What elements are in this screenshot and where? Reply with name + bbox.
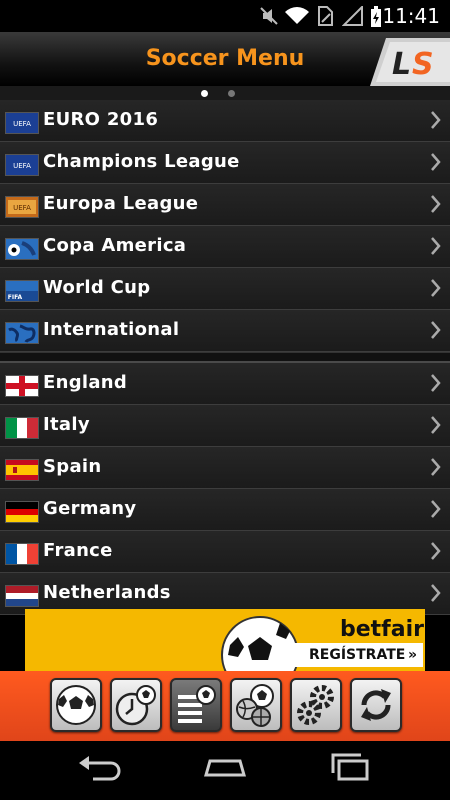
ad-banner[interactable]: betfair REGÍSTRATE » xyxy=(25,609,425,671)
svg-text:UEFA: UEFA xyxy=(13,204,31,212)
flag-netherlands-icon xyxy=(5,585,39,607)
soccer-ball-icon xyxy=(221,616,299,671)
register-button[interactable]: REGÍSTRATE » xyxy=(295,643,423,667)
copa-america-icon xyxy=(5,238,39,260)
chevron-right-icon xyxy=(431,321,441,339)
double-chevron-icon: » xyxy=(407,647,417,663)
svg-text:L: L xyxy=(392,47,411,82)
flag-germany-icon xyxy=(5,501,39,523)
app-header: Soccer Menu L S xyxy=(0,32,450,86)
page-indicator xyxy=(0,86,450,100)
chevron-right-icon xyxy=(431,374,441,392)
tab-settings[interactable] xyxy=(290,678,342,732)
home-icon[interactable] xyxy=(200,753,250,783)
menu-list-icon xyxy=(178,685,216,723)
page-dot[interactable] xyxy=(228,90,235,97)
uefa-icon: UEFA xyxy=(5,154,39,176)
chevron-right-icon xyxy=(431,153,441,171)
wifi-icon xyxy=(285,7,309,24)
list-item-label: Spain xyxy=(43,456,102,477)
chevron-right-icon xyxy=(431,279,441,297)
list-item-europa-league[interactable]: UEFA Europa League xyxy=(0,184,450,226)
list-item-label: France xyxy=(43,540,113,561)
chevron-right-icon xyxy=(431,195,441,213)
list-item-world-cup[interactable]: FIFA World Cup xyxy=(0,268,450,310)
settings-icon xyxy=(297,685,334,725)
refresh-icon xyxy=(361,689,391,721)
list-item-germany[interactable]: Germany xyxy=(0,489,450,531)
fifa-icon: FIFA xyxy=(5,280,39,302)
list-item-label: Champions League xyxy=(43,151,240,172)
uefa-europa-icon: UEFA xyxy=(5,196,39,218)
section-divider xyxy=(0,352,450,363)
list-item-label: England xyxy=(43,372,128,393)
flag-france-icon xyxy=(5,543,39,565)
list-item-label: Europa League xyxy=(43,193,199,214)
list-item-label: Netherlands xyxy=(43,582,171,603)
list-item-label: International xyxy=(43,319,180,340)
chevron-right-icon xyxy=(431,458,441,476)
svg-text:FIFA: FIFA xyxy=(8,294,23,301)
tab-refresh[interactable] xyxy=(350,678,402,732)
chevron-right-icon xyxy=(431,111,441,129)
list-item-international[interactable]: International xyxy=(0,310,450,352)
page-dot-active[interactable] xyxy=(201,90,208,97)
uefa-icon: UEFA xyxy=(5,112,39,134)
chevron-right-icon xyxy=(431,542,441,560)
soccer-menu-list: UEFA EURO 2016 UEFA Champions League UEF… xyxy=(0,100,450,615)
list-item-label: Copa America xyxy=(43,235,187,256)
globe-icon xyxy=(5,322,39,344)
list-item-copa-america[interactable]: Copa America xyxy=(0,226,450,268)
soccer-ball-icon xyxy=(56,685,96,725)
mute-icon xyxy=(260,7,278,25)
bottom-toolbar xyxy=(0,671,450,741)
list-item-label: Italy xyxy=(43,414,90,435)
chevron-right-icon xyxy=(431,237,441,255)
list-item-label: World Cup xyxy=(43,277,151,298)
flag-italy-icon xyxy=(5,417,39,439)
chevron-right-icon xyxy=(431,584,441,602)
sim-icon xyxy=(318,6,333,26)
tab-sports[interactable] xyxy=(230,678,282,732)
ls-logo: L S xyxy=(370,38,450,86)
system-nav-bar xyxy=(0,741,450,800)
register-button-label: REGÍSTRATE xyxy=(309,647,406,663)
tab-menu[interactable] xyxy=(170,678,222,732)
svg-text:UEFA: UEFA xyxy=(13,120,31,128)
chevron-right-icon xyxy=(431,500,441,518)
battery-icon xyxy=(371,6,381,27)
signal-icon xyxy=(342,6,363,26)
chevron-right-icon xyxy=(431,416,441,434)
clock: 11:41 xyxy=(382,4,440,28)
recent-apps-icon[interactable] xyxy=(325,753,375,783)
tab-soccer[interactable] xyxy=(50,678,102,732)
svg-text:S: S xyxy=(412,47,434,82)
list-item-england[interactable]: England xyxy=(0,363,450,405)
list-item-label: EURO 2016 xyxy=(43,109,159,130)
flag-england-icon xyxy=(5,375,39,397)
svg-text:UEFA: UEFA xyxy=(13,162,31,170)
back-icon[interactable] xyxy=(75,753,125,783)
multi-sport-icon xyxy=(236,684,274,727)
status-bar: 11:41 xyxy=(0,0,450,32)
list-item-france[interactable]: France xyxy=(0,531,450,573)
list-item-label: Germany xyxy=(43,498,137,519)
list-item-spain[interactable]: Spain xyxy=(0,447,450,489)
tab-live[interactable] xyxy=(110,678,162,732)
list-item-champions-league[interactable]: UEFA Champions League xyxy=(0,142,450,184)
live-clock-icon xyxy=(115,685,156,726)
list-item-italy[interactable]: Italy xyxy=(0,405,450,447)
flag-spain-icon xyxy=(5,459,39,481)
ad-brand: betfair xyxy=(340,617,424,642)
list-item-euro-2016[interactable]: UEFA EURO 2016 xyxy=(0,100,450,142)
